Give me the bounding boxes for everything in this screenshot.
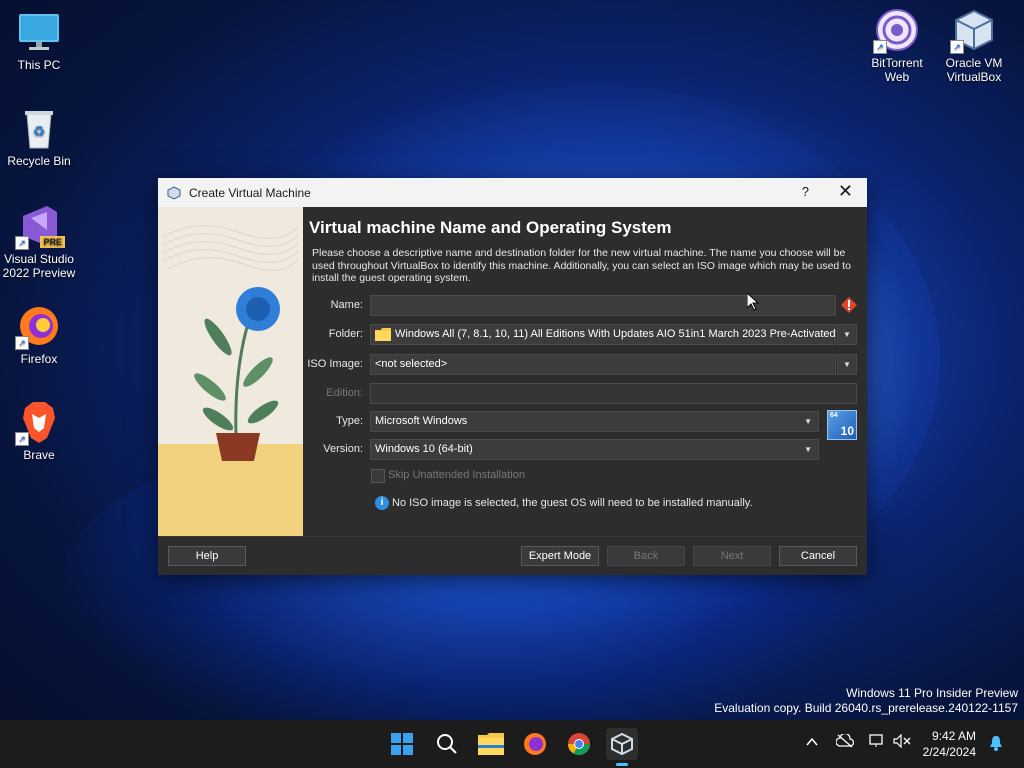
clock-date: 2/24/2024 [922,745,976,759]
version-value: Windows 10 (64-bit) [375,443,473,455]
name-label: Name: [330,299,363,311]
chevron-down-icon[interactable]: ▼ [837,354,857,375]
windows-os-icon: 64 10 [827,410,857,440]
taskbar: 9:42 AM 2/24/2024 [0,720,1024,768]
visual-studio-icon: PRE ↗ [15,204,65,250]
firefox-icon: ↗ [15,304,61,350]
page-description: Please choose a descriptive name and des… [312,247,851,284]
desktop-icon-label: This PC [17,58,61,72]
next-button[interactable]: Next [693,546,771,566]
dialog-titlebar[interactable]: Create Virtual Machine ? ✕ [158,178,867,207]
active-app-indicator [616,763,628,766]
desktop-icon-visual-studio[interactable]: PRE ↗ Visual Studio 2022 Preview [1,204,77,280]
folder-label: Folder: [328,328,363,340]
cloud-offline-icon[interactable] [835,732,855,751]
desktop-icon-bittorrent[interactable]: ↗ BitTorrent Web [859,8,935,84]
back-button[interactable]: Back [607,546,685,566]
desktop-icon-virtualbox[interactable]: ↗ Oracle VM VirtualBox [936,8,1012,84]
preview-badge: PRE [40,236,65,248]
virtualbox-icon[interactable] [606,728,638,766]
shortcut-arrow-icon: ↗ [15,336,29,350]
chrome-icon[interactable] [563,728,595,760]
chevron-down-icon: ▼ [804,445,812,454]
network-icon[interactable] [869,734,885,751]
type-label: Type: [336,415,363,427]
monitor-icon [17,10,61,54]
folder-value: Windows All (7, 8.1, 10, 11) All Edition… [395,328,836,340]
mouse-cursor-icon [746,291,760,316]
edition-label: Edition: [326,387,363,399]
evaluation-watermark: Windows 11 Pro Insider Preview Evaluatio… [714,686,1018,716]
shortcut-arrow-icon: ↗ [950,40,964,54]
close-icon[interactable]: ✕ [838,181,853,202]
folder-icon [375,328,391,344]
chevron-down-icon[interactable]: ▼ [837,324,857,345]
warning-icon [841,297,857,313]
watermark-line1: Windows 11 Pro Insider Preview [846,686,1018,700]
start-windows-icon[interactable] [386,728,418,760]
recycle-bin-icon: ♻ [17,106,61,150]
version-label: Version: [323,443,363,455]
type-select[interactable]: Microsoft Windows ▼ [370,411,819,432]
shortcut-arrow-icon: ↗ [873,40,887,54]
info-icon: i [375,496,389,510]
page-title: Virtual machine Name and Operating Syste… [309,218,672,237]
bittorrent-icon: ↗ [873,8,919,54]
virtualbox-icon: ↗ [950,8,996,54]
desktop-icon-label: Brave [23,448,55,462]
desktop-icon-label: Recycle Bin [7,154,71,168]
info-message: No ISO image is selected, the guest OS w… [392,497,753,509]
skip-unattended-label: Skip Unattended Installation [388,469,525,481]
clock-time: 9:42 AM [931,729,976,743]
desktop-icon-recycle-bin[interactable]: ♻ Recycle Bin [1,106,77,168]
version-select[interactable]: Windows 10 (64-bit) ▼ [370,439,819,460]
help-button[interactable]: Help [168,546,246,566]
notification-bell-icon[interactable] [989,735,1003,754]
create-vm-dialog: Create Virtual Machine ? ✕ Virtual machi… [158,178,867,575]
wizard-content: Virtual machine Name and Operating Syste… [303,207,867,536]
dialog-button-bar: Help Expert Mode Back Next Cancel [158,536,867,575]
desktop-icon-label: BitTorrent Web [871,56,923,84]
file-explorer-icon[interactable] [475,728,507,760]
desktop-icon-this-pc[interactable]: This PC [1,10,77,72]
folder-selector[interactable]: Windows All (7, 8.1, 10, 11) All Edition… [370,324,836,345]
brave-icon: ↗ [15,400,61,446]
chevron-up-icon[interactable] [806,735,818,750]
expert-mode-button[interactable]: Expert Mode [521,546,599,566]
iso-image-selector[interactable]: <not selected> [370,354,836,375]
iso-image-label: ISO Image: [307,358,363,370]
type-value: Microsoft Windows [375,415,468,427]
desktop-icon-label: Firefox [20,352,58,366]
dialog-title: Create Virtual Machine [189,185,311,200]
svg-text:♻: ♻ [33,123,46,139]
watermark-line2: Evaluation copy. Build 26040.rs_prerelea… [714,701,1018,715]
desktop-icon-firefox[interactable]: ↗ Firefox [1,304,77,366]
edition-select[interactable] [370,383,857,404]
desktop-icon-label: Visual Studio 2022 Preview [2,252,76,280]
help-button[interactable]: ? [802,184,809,199]
system-clock[interactable]: 9:42 AM 2/24/2024 [923,728,976,760]
firefox-icon[interactable] [519,728,551,760]
name-field[interactable] [370,295,836,316]
search-icon[interactable] [431,728,463,760]
chevron-down-icon: ▼ [804,417,812,426]
wizard-illustration [158,207,303,536]
shortcut-arrow-icon: ↗ [15,236,29,250]
desktop-icon-brave[interactable]: ↗ Brave [1,400,77,462]
volume-muted-icon[interactable] [893,733,911,751]
cancel-button[interactable]: Cancel [779,546,857,566]
desktop-icon-label: Oracle VM VirtualBox [945,56,1003,84]
skip-unattended-checkbox[interactable] [371,469,385,483]
virtualbox-icon [167,185,181,200]
shortcut-arrow-icon: ↗ [15,432,29,446]
